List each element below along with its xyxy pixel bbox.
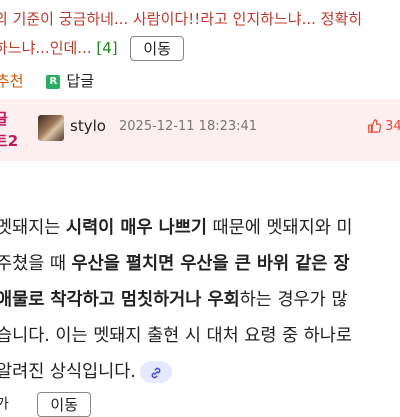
comment-body: 멧돼지는 시력이 매우 나쁘기 때문에 멧돼지와 미 주쳤을 때 우산을 펼치면… (0, 210, 400, 390)
like-button[interactable]: 34 (367, 119, 400, 134)
body-bold-text: 시력이 매우 나쁘기 (65, 218, 207, 238)
bottom-partial-label: 가 (0, 396, 9, 413)
bottom-row: 가 이동 (0, 392, 91, 417)
comment-tag-line-1: 글 (0, 110, 8, 128)
body-line: 습니다. 이는 멧돼지 출현 시 대처 요령 중 하나로 (0, 318, 400, 354)
body-text: 때문에 멧돼지와 미 (206, 218, 353, 238)
body-text: 주쳤을 때 (0, 254, 72, 274)
body-bold-text: 우산을 펼치면 우산을 큰 바위 같은 장 (71, 254, 350, 274)
body-text: 하는 경우가 많 (239, 290, 348, 310)
body-line: 알려진 상식입니다. (0, 354, 400, 390)
reply-button[interactable]: 답글 (66, 72, 94, 90)
comment-header: 글 트2 stylo 2025-12-11 18:23:41 34 (0, 99, 400, 161)
body-text: 멧돼지는 (0, 218, 66, 238)
comment-tag-line-2: 트2 (0, 132, 19, 150)
quoted-comment-line: 의 기준이 궁금하네... 사람이다!!라고 인지하느냐... 정확히 (0, 8, 362, 29)
body-bold-text: 애물로 착각하고 멈칫하거나 우회 (0, 290, 240, 310)
quoted-comment-line-2: 하느냐...인데... [4] 이동 (0, 36, 185, 61)
bottom-move-button[interactable]: 이동 (37, 392, 91, 417)
avatar[interactable] (38, 115, 64, 141)
quoted-comment-text-2: 하느냐...인데... (0, 39, 92, 57)
body-text: 습니다. 이는 멧돼지 출현 시 대처 요령 중 하나로 (0, 326, 352, 346)
move-button[interactable]: 이동 (130, 36, 185, 61)
recommend-button[interactable]: 추천 (0, 72, 24, 90)
reply-badge-icon: R (46, 74, 61, 89)
comment-actions: 추천 R 답글 (0, 70, 94, 91)
body-line: 주쳤을 때 우산을 펼치면 우산을 큰 바위 같은 장 (0, 246, 400, 282)
thumbs-up-icon (368, 119, 382, 133)
link-icon (151, 367, 161, 379)
body-line: 멧돼지는 시력이 매우 나쁘기 때문에 멧돼지와 미 (0, 210, 400, 246)
like-count: 34 (385, 119, 400, 134)
body-line: 애물로 착각하고 멈칫하거나 우회하는 경우가 많 (0, 282, 400, 318)
reply-count[interactable]: [4] (96, 39, 117, 57)
timestamp: 2025-12-11 18:23:41 (119, 119, 258, 134)
quoted-comment-text: 의 기준이 궁금하네... 사람이다!!라고 인지하느냐... 정확히 (0, 10, 363, 28)
body-text: 알려진 상식입니다. (0, 362, 136, 382)
comment-tag: 글 트2 (0, 108, 18, 152)
link-chip[interactable] (139, 361, 172, 383)
username[interactable]: stylo (70, 117, 106, 135)
